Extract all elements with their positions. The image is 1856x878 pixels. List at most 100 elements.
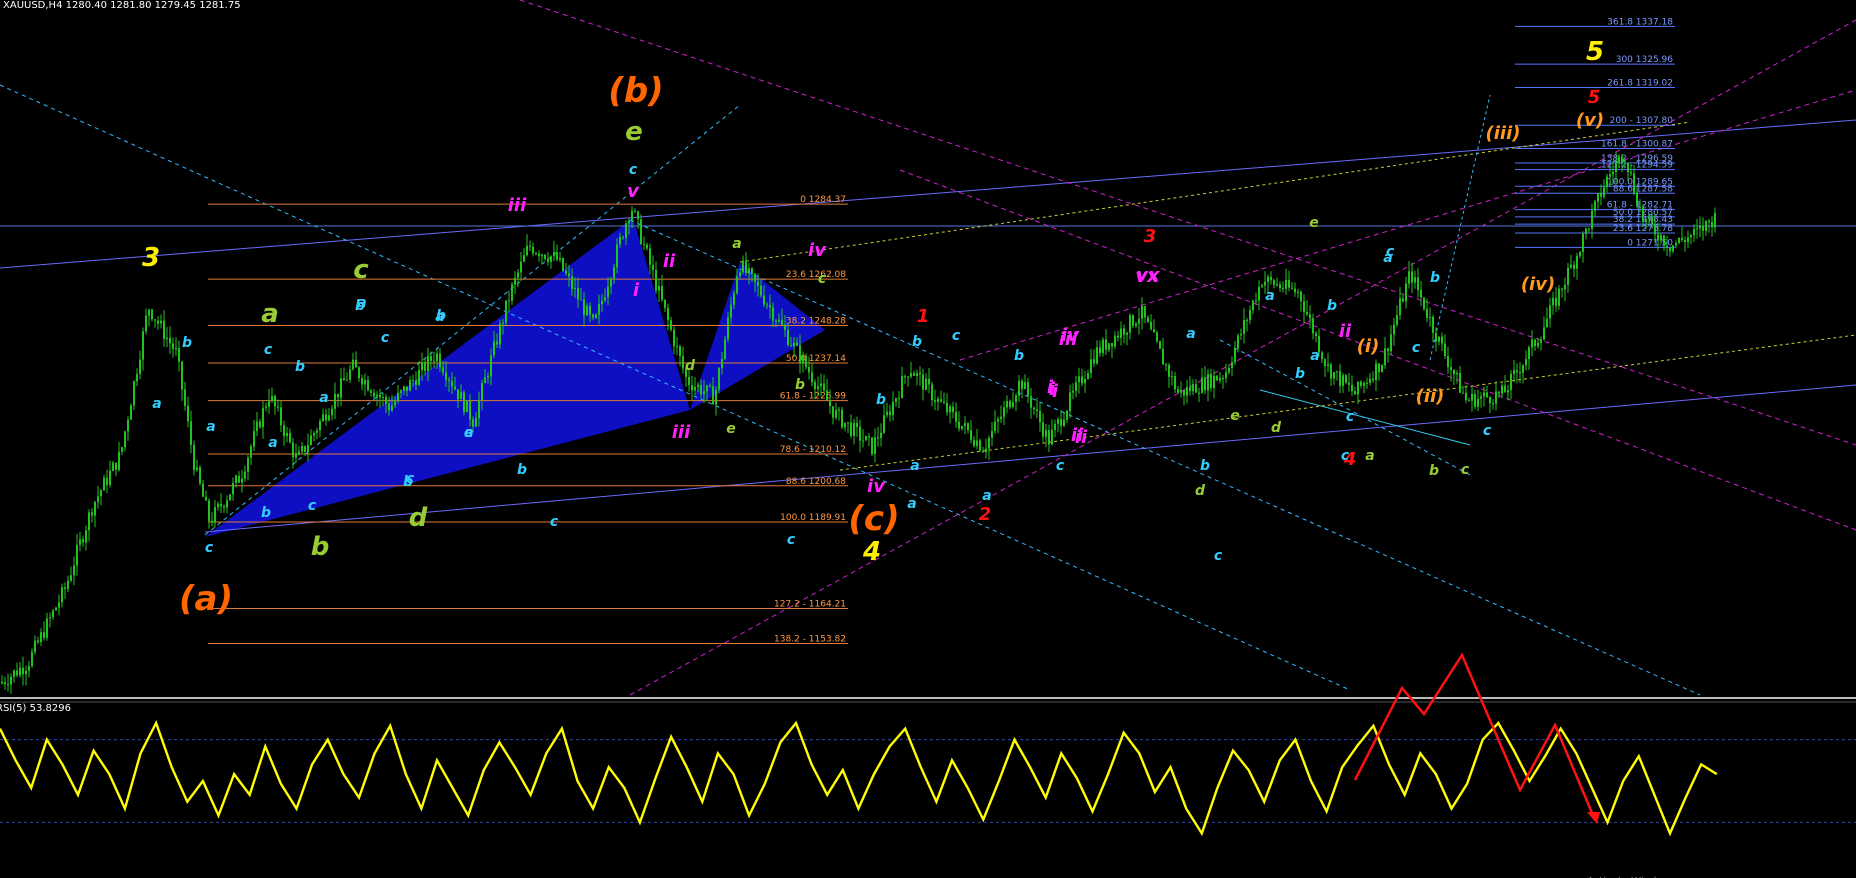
candle-body xyxy=(640,219,642,244)
wave-label: c xyxy=(818,271,827,287)
wave-label: b xyxy=(1295,366,1305,382)
fib-left-level-label: 88.6 1200.68 xyxy=(786,477,846,487)
wave-label: c xyxy=(308,498,317,514)
candle-body xyxy=(616,244,618,268)
candle-body xyxy=(1138,318,1140,324)
candle-body xyxy=(1585,228,1587,234)
candle-body xyxy=(1669,247,1671,252)
candle-body xyxy=(1528,347,1530,360)
candle-body xyxy=(1216,375,1218,381)
candle-body xyxy=(568,273,570,277)
candle-body xyxy=(1282,287,1284,289)
wave-label: b xyxy=(517,462,527,478)
candle-body xyxy=(283,425,285,437)
candle-body xyxy=(1504,385,1506,393)
candle-body xyxy=(1363,382,1365,386)
candle-body xyxy=(1414,277,1416,283)
candle-body xyxy=(871,437,873,455)
candle-body xyxy=(1666,245,1668,248)
wave-label: iii xyxy=(1059,329,1078,350)
candle-body xyxy=(37,640,39,643)
candle-body xyxy=(1663,235,1665,246)
candle-body xyxy=(784,324,786,330)
candle-body xyxy=(619,236,621,245)
candle-body xyxy=(1057,419,1059,424)
candle-body xyxy=(115,462,117,470)
candle-body xyxy=(1144,306,1146,318)
candle-body xyxy=(1354,391,1356,395)
candle-body xyxy=(1,681,3,684)
candle-body xyxy=(739,272,741,277)
candle-body xyxy=(409,379,411,391)
candle-body xyxy=(607,286,609,298)
candle-body xyxy=(919,373,921,375)
wave-label: c xyxy=(381,330,390,346)
fib-left-level-label: 50.0 1237.14 xyxy=(786,354,846,364)
candle-body xyxy=(1648,216,1650,220)
candle-body xyxy=(928,378,930,385)
candle-body xyxy=(706,385,708,392)
candle-body xyxy=(1168,365,1170,377)
candle-body xyxy=(1501,385,1503,394)
candle-body xyxy=(271,395,273,400)
candle-body xyxy=(391,405,393,411)
candle-body xyxy=(1687,237,1689,243)
wave-label: iii xyxy=(508,195,527,216)
candle-body xyxy=(1033,407,1035,410)
candle-body xyxy=(1618,156,1620,163)
candle-body xyxy=(136,373,138,382)
candle-body xyxy=(751,268,753,274)
candle-body xyxy=(22,667,24,675)
candle-body xyxy=(1351,384,1353,392)
candle-body xyxy=(1534,339,1536,347)
candle-body xyxy=(553,252,555,257)
candle-body xyxy=(1327,364,1329,367)
candle-body xyxy=(319,420,321,431)
candle-body xyxy=(346,379,348,381)
candle-body xyxy=(1507,390,1509,393)
candle-body xyxy=(955,412,957,422)
candle-body xyxy=(181,361,183,390)
candle-body xyxy=(1264,281,1266,286)
candle-body xyxy=(793,342,795,346)
candle-body xyxy=(1540,339,1542,343)
candle-body xyxy=(79,539,81,545)
candle-body xyxy=(601,300,603,305)
candle-body xyxy=(463,392,465,413)
wave-label: e xyxy=(1309,215,1319,231)
candle-body xyxy=(94,501,96,516)
candle-body xyxy=(1078,376,1080,383)
candle-body xyxy=(976,440,978,446)
candle-body xyxy=(364,379,366,385)
candle-body xyxy=(1366,382,1368,384)
candle-body xyxy=(1411,271,1413,283)
candle-body xyxy=(1699,225,1701,229)
candle-body xyxy=(1387,348,1389,352)
candle-body xyxy=(112,462,114,471)
candle-body xyxy=(694,386,696,391)
candle-body xyxy=(400,390,402,393)
candle-body xyxy=(1123,328,1125,335)
candle-body xyxy=(1132,315,1134,326)
candle-body xyxy=(307,445,309,452)
candle-body xyxy=(316,430,318,433)
price-chart[interactable]: 0 1284.37 23.6 1262.08 38.2 1248.28 50.0 12… xyxy=(0,0,1856,878)
candle-body xyxy=(970,430,972,441)
candle-body xyxy=(268,399,270,407)
candle-body xyxy=(877,437,879,439)
candle-body xyxy=(625,223,627,238)
candle-body xyxy=(217,503,219,507)
candle-body xyxy=(1552,297,1554,306)
candle-body xyxy=(1456,372,1458,375)
wave-label: ii xyxy=(663,251,676,272)
wave-label: b xyxy=(295,359,305,375)
candle-body xyxy=(229,494,231,501)
candle-body xyxy=(1471,394,1473,401)
candle-body xyxy=(1591,210,1593,229)
candle-body xyxy=(1696,228,1698,230)
candle-body xyxy=(1015,395,1017,403)
candle-body xyxy=(343,378,345,381)
candle-body xyxy=(832,406,834,418)
candle-body xyxy=(1072,390,1074,393)
candle-body xyxy=(1642,207,1644,222)
